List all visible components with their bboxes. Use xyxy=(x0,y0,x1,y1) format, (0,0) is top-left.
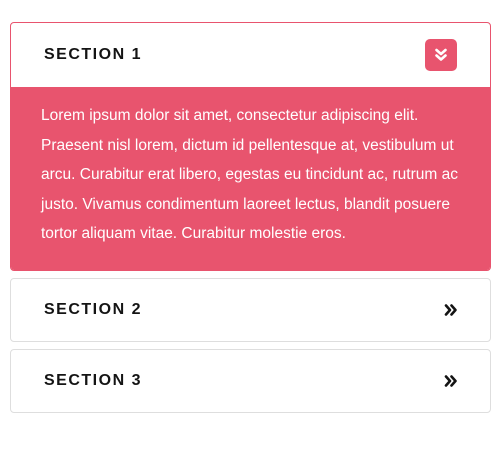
accordion-panel-section-3: SECTION 3 xyxy=(10,348,491,413)
collapse-toggle-button[interactable] xyxy=(425,39,457,71)
accordion-panel-section-2: SECTION 2 xyxy=(10,277,491,342)
section-title: SECTION 2 xyxy=(44,300,142,318)
accordion-header-section-2[interactable]: SECTION 2 xyxy=(11,279,490,341)
accordion-panel-section-1: SECTION 1 Lorem ipsum dolor sit amet, co… xyxy=(10,22,491,271)
section-title: SECTION 3 xyxy=(44,371,142,389)
accordion-header-section-1[interactable]: SECTION 1 xyxy=(11,23,490,87)
double-chevron-down-icon xyxy=(435,48,447,61)
accordion-body-section-1: Lorem ipsum dolor sit amet, consectetur … xyxy=(11,87,490,270)
expand-toggle-button[interactable] xyxy=(441,371,461,391)
accordion-header-section-3[interactable]: SECTION 3 xyxy=(11,350,490,412)
accordion: SECTION 1 Lorem ipsum dolor sit amet, co… xyxy=(10,22,491,413)
expand-toggle-button[interactable] xyxy=(441,300,461,320)
section-title: SECTION 1 xyxy=(44,46,142,63)
double-chevron-right-icon xyxy=(444,374,457,387)
double-chevron-right-icon xyxy=(444,303,457,316)
